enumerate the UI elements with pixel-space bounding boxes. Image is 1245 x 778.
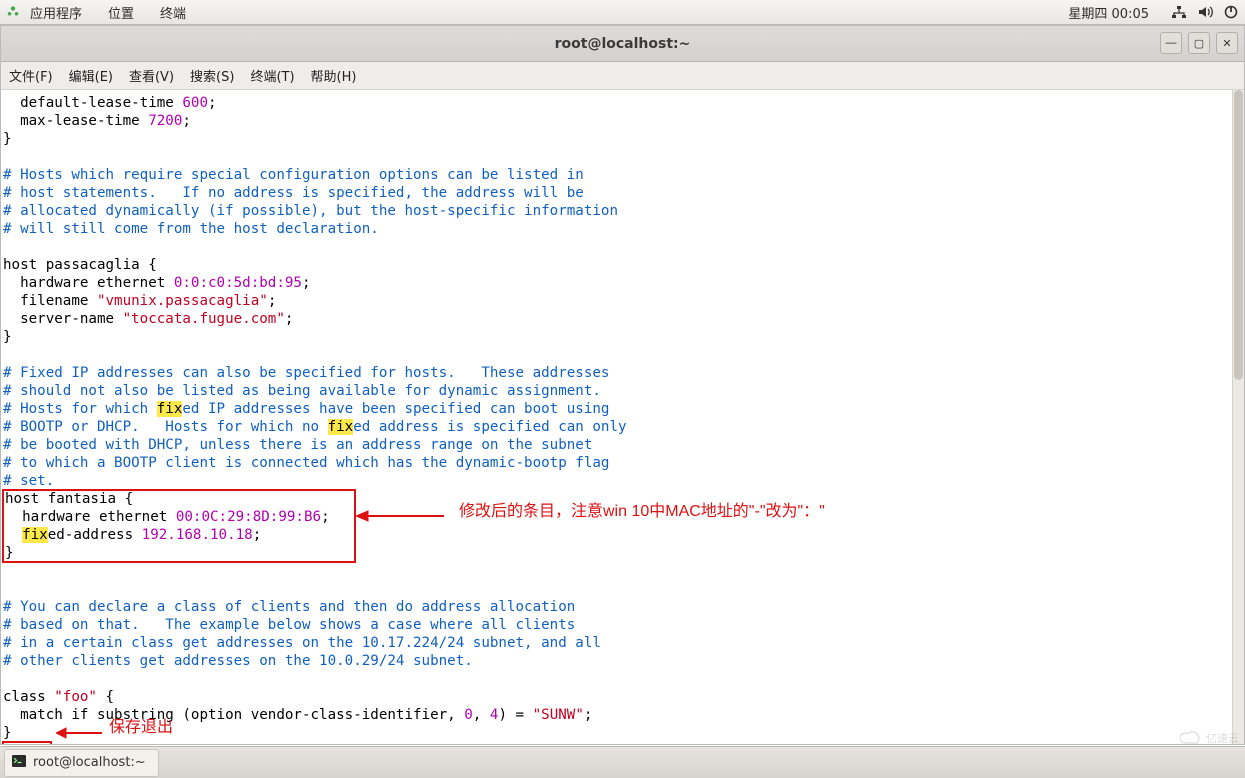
terminal-content: default-lease-time 600; max-lease-time 7… [3,94,1242,744]
menu-file[interactable]: 文件(F) [9,66,53,85]
menu-help[interactable]: 帮助(H) [311,66,357,85]
terminal-scrollbar[interactable] [1232,90,1244,744]
terminal-menubar: 文件(F) 编辑(E) 查看(V) 搜索(S) 终端(T) 帮助(H) [1,62,1244,90]
maximize-button[interactable]: ▢ [1188,32,1210,54]
close-button[interactable]: ✕ [1216,32,1238,54]
window-controls: — ▢ ✕ [1160,32,1238,54]
gnome-bottom-panel: root@localhost:~ [0,746,1245,778]
host-fantasia-block: host fantasia { hardware ethernet 00:0C:… [3,490,355,562]
minimize-button[interactable]: — [1160,32,1182,54]
menu-view[interactable]: 查看(V) [129,66,174,85]
system-tray [1171,4,1239,20]
annotation-text-2: 保存退出 [109,719,173,737]
annotation-text-1: 修改后的条目，注意win 10中MAC地址的"-"改为"：" [459,503,825,521]
window-title: root@localhost:~ [555,36,691,52]
taskbar-item-terminal[interactable]: root@localhost:~ [4,749,159,777]
panel-applications[interactable]: 应用程序 [26,1,86,24]
source-watermark: 亿速云 [1180,730,1239,746]
terminal-icon [11,753,27,773]
panel-places[interactable]: 位置 [104,1,138,24]
gnome-top-panel: 应用程序 位置 终端 星期四 00:05 [0,0,1245,25]
menu-terminal[interactable]: 终端(T) [250,66,294,85]
terminal-viewport[interactable]: default-lease-time 600; max-lease-time 7… [1,90,1244,744]
gnome-logo-icon [6,5,20,19]
panel-clock[interactable]: 星期四 00:05 [1064,1,1153,24]
terminal-window: root@localhost:~ — ▢ ✕ 文件(F) 编辑(E) 查看(V)… [0,25,1245,745]
vim-command-box: :wq [3,742,51,744]
menu-edit[interactable]: 编辑(E) [69,66,113,85]
menu-search[interactable]: 搜索(S) [190,66,234,85]
volume-icon[interactable] [1197,4,1213,20]
taskbar-item-label: root@localhost:~ [33,755,146,770]
power-icon[interactable] [1223,4,1239,20]
scrollbar-thumb[interactable] [1234,90,1243,380]
panel-terminal[interactable]: 终端 [156,1,190,24]
window-titlebar[interactable]: root@localhost:~ — ▢ ✕ [1,26,1244,62]
network-icon[interactable] [1171,4,1187,20]
annotation-arrow-1 [356,508,446,524]
annotation-arrow-2 [56,726,104,740]
